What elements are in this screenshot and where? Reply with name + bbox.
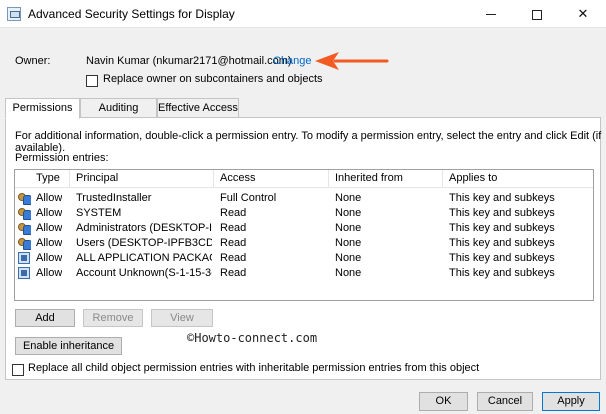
owner-label: Owner: <box>15 55 51 67</box>
row-inherited-from: None <box>335 267 362 279</box>
tab-auditing[interactable]: Auditing <box>80 98 157 118</box>
row-applies-to: This key and subkeys <box>449 267 555 279</box>
row-principal: TrustedInstaller <box>76 192 152 204</box>
row-applies-to: This key and subkeys <box>449 207 555 219</box>
replace-child-permissions-label: Replace all child object permission entr… <box>28 362 480 374</box>
info-text: For additional information, double-click… <box>15 130 602 154</box>
users-icon <box>18 222 31 235</box>
replace-owner-label: Replace owner on subcontainers and objec… <box>103 73 323 85</box>
row-inherited-from: None <box>335 237 362 249</box>
permission-entries-list[interactable]: Type Principal Access Inherited from App… <box>14 169 594 301</box>
column-header-type[interactable]: Type <box>30 170 70 188</box>
row-type: Allow <box>36 252 63 264</box>
table-row[interactable]: Allow Administrators (DESKTOP-IPF... Rea… <box>15 221 593 236</box>
remove-button[interactable]: Remove <box>83 309 143 327</box>
title-bar: Advanced Security Settings for Display ✕ <box>0 0 606 28</box>
table-row[interactable]: Allow ALL APPLICATION PACKAGES Read None… <box>15 251 593 266</box>
column-header-inherited-from[interactable]: Inherited from <box>329 170 443 188</box>
row-applies-to: This key and subkeys <box>449 237 555 249</box>
tab-permissions[interactable]: Permissions <box>5 98 80 119</box>
tab-effective-access[interactable]: Effective Access <box>157 98 239 118</box>
users-icon <box>18 237 31 250</box>
row-access: Full Control <box>220 192 277 204</box>
column-header-principal[interactable]: Principal <box>70 170 214 188</box>
permission-entries-label: Permission entries: <box>15 152 109 164</box>
view-button[interactable]: View <box>151 309 213 327</box>
table-row[interactable]: Allow SYSTEM Read None This key and subk… <box>15 206 593 221</box>
row-type: Allow <box>36 267 63 279</box>
row-inherited-from: None <box>335 252 362 264</box>
table-row[interactable]: Allow Users (DESKTOP-IPFB3CD\Use... Read… <box>15 236 593 251</box>
ok-button[interactable]: OK <box>419 392 468 411</box>
row-applies-to: This key and subkeys <box>449 222 555 234</box>
row-type: Allow <box>36 237 63 249</box>
row-type: Allow <box>36 222 63 234</box>
add-button[interactable]: Add <box>15 309 75 327</box>
column-header-access[interactable]: Access <box>214 170 329 188</box>
users-icon <box>18 207 31 220</box>
row-applies-to: This key and subkeys <box>449 192 555 204</box>
row-principal: SYSTEM <box>76 207 122 219</box>
owner-value: Navin Kumar (nkumar2171@hotmail.com) <box>86 55 292 67</box>
row-principal: Users (DESKTOP-IPFB3CD\Use... <box>76 237 212 249</box>
apply-button[interactable]: Apply <box>542 392 600 411</box>
row-inherited-from: None <box>335 207 362 219</box>
replace-owner-checkbox[interactable] <box>86 75 98 87</box>
minimize-icon[interactable] <box>468 0 514 28</box>
row-access: Read <box>220 267 247 279</box>
column-header-applies-to[interactable]: Applies to <box>443 170 593 188</box>
window-title: Advanced Security Settings for Display <box>28 7 235 21</box>
replace-child-permissions-checkbox[interactable] <box>12 364 24 376</box>
app-icon <box>7 7 21 21</box>
watermark: ©Howto-connect.com <box>187 331 318 345</box>
row-applies-to: This key and subkeys <box>449 252 555 264</box>
row-access: Read <box>220 207 247 219</box>
users-icon <box>18 192 31 205</box>
table-row[interactable]: Allow TrustedInstaller Full Control None… <box>15 191 593 206</box>
list-header: Type Principal Access Inherited from App… <box>15 170 593 188</box>
row-inherited-from: None <box>335 192 362 204</box>
maximize-icon[interactable] <box>514 0 560 28</box>
change-owner-link[interactable]: Change <box>273 55 312 67</box>
row-type: Allow <box>36 192 63 204</box>
table-row[interactable]: Allow Account Unknown(S-1-15-3-... Read … <box>15 266 593 281</box>
row-type: Allow <box>36 207 63 219</box>
close-icon[interactable]: ✕ <box>560 0 606 28</box>
package-icon <box>18 252 30 264</box>
row-inherited-from: None <box>335 222 362 234</box>
row-access: Read <box>220 252 247 264</box>
enable-inheritance-button[interactable]: Enable inheritance <box>15 337 122 355</box>
row-access: Read <box>220 222 247 234</box>
row-principal: ALL APPLICATION PACKAGES <box>76 252 212 264</box>
package-icon <box>18 267 30 279</box>
row-principal: Administrators (DESKTOP-IPF... <box>76 222 212 234</box>
row-access: Read <box>220 237 247 249</box>
annotation-arrow-icon <box>315 52 389 70</box>
row-principal: Account Unknown(S-1-15-3-... <box>76 267 212 279</box>
cancel-button[interactable]: Cancel <box>477 392 533 411</box>
